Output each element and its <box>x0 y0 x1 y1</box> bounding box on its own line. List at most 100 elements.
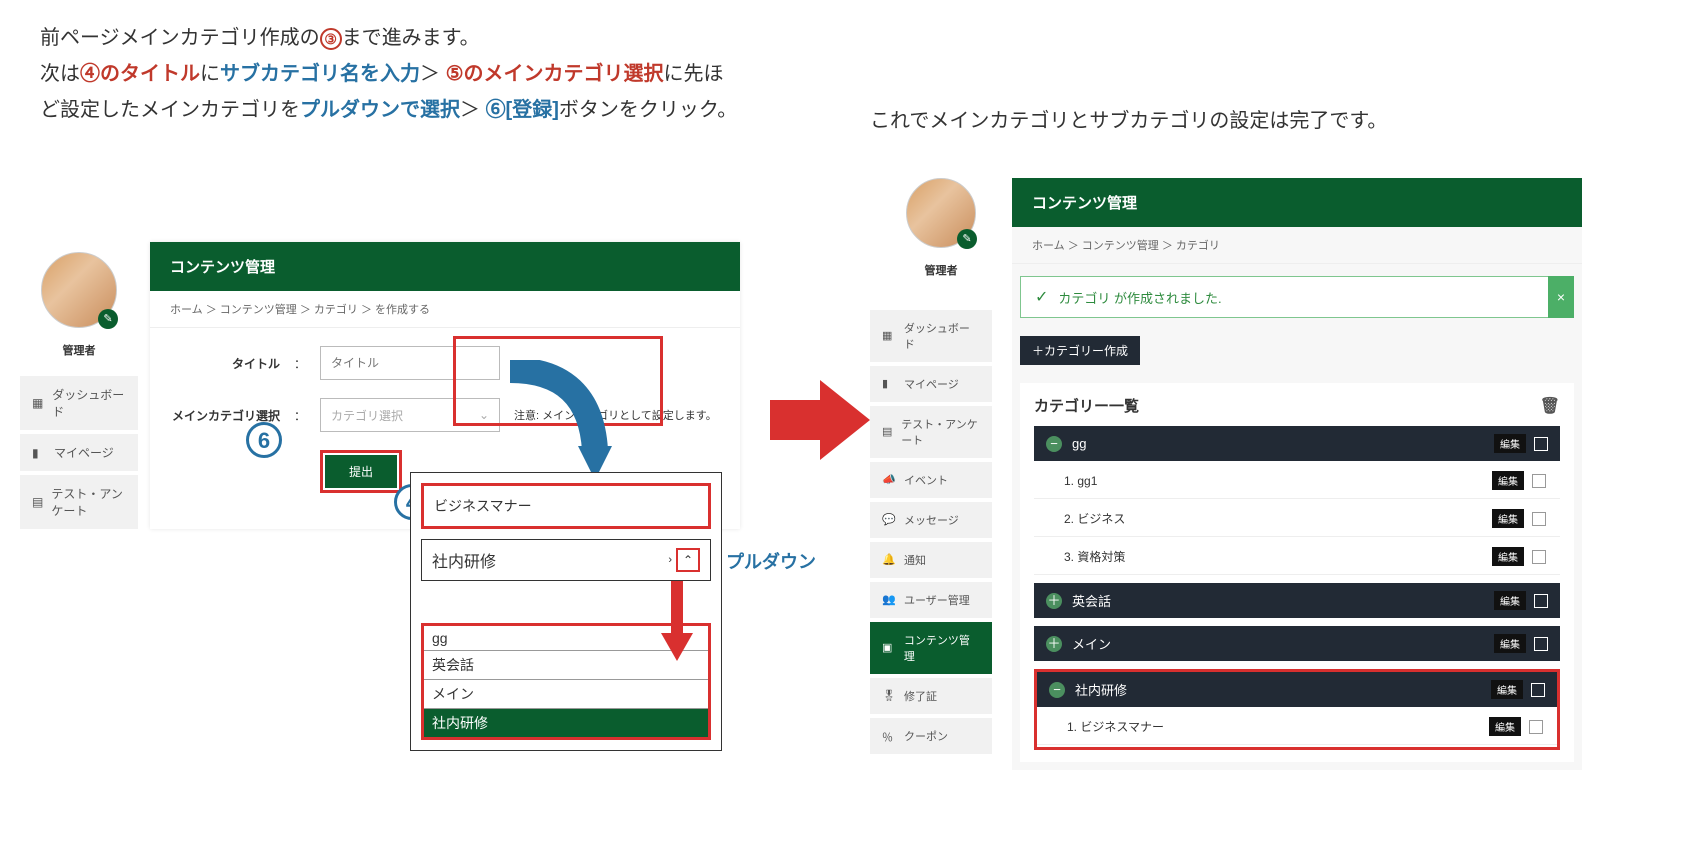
side-test[interactable]: ▤テスト・アンケート <box>20 475 138 529</box>
submit-highlight: 提出 <box>320 450 402 493</box>
side-message[interactable]: 💬メッセージ <box>870 502 992 538</box>
left-avatar-col: ✎ 管理者 ▦ダッシュボード ▮マイページ ▤テスト・アンケート <box>20 252 138 533</box>
chevron-right-icon: › <box>668 554 672 566</box>
users-icon: 👥 <box>882 593 896 607</box>
edit[interactable]: 編集 <box>1494 434 1526 453</box>
trash-icon[interactable]: 🗑 <box>1540 396 1560 416</box>
list-title: カテゴリー一覧 🗑 <box>1034 395 1560 416</box>
edit[interactable]: 編集 <box>1492 509 1524 528</box>
expand-icon[interactable]: ＋ <box>1046 593 1062 609</box>
edit-avatar-icon[interactable]: ✎ <box>957 229 977 249</box>
arrow-curve-icon <box>500 360 630 490</box>
side-contents[interactable]: ▣コンテンツ管理 <box>870 622 992 674</box>
side-notice[interactable]: 🔔通知 <box>870 542 992 578</box>
t: ボタンをクリック。 <box>559 99 737 121</box>
side-users[interactable]: 👥ユーザー管理 <box>870 582 992 618</box>
maincat-selected[interactable]: 社内研修 › ⌃ <box>421 539 711 581</box>
edit[interactable]: 編集 <box>1491 680 1523 699</box>
checkbox[interactable] <box>1534 637 1548 651</box>
cat-main-c[interactable]: ＋メイン編集 <box>1034 626 1560 661</box>
checkbox[interactable] <box>1534 594 1548 608</box>
marker-6: 6 <box>246 422 282 458</box>
opt-main[interactable]: メイン <box>424 680 708 709</box>
list-icon: ▤ <box>32 495 43 509</box>
cat-sub[interactable]: 1. gg1編集 <box>1034 463 1560 499</box>
pulldown: プルダウンで選択 <box>300 99 460 121</box>
checkbox[interactable] <box>1529 720 1543 734</box>
right-app: コンテンツ管理 ホーム ＞ コンテンツ管理 ＞ カテゴリ ✓ カテゴリ が作成さ… <box>1012 178 1582 770</box>
bell-icon: 🔔 <box>882 553 896 567</box>
title-input[interactable] <box>320 346 500 380</box>
step4-action: サブカテゴリ名を入力 <box>220 63 420 85</box>
side-mypage[interactable]: ▮マイページ <box>20 434 138 471</box>
side-dashboard[interactable]: ▦ダッシュボード <box>870 310 992 362</box>
list-icon: ▤ <box>882 425 893 439</box>
medal-icon: 🎖 <box>882 689 896 703</box>
t: ＞ <box>420 63 446 85</box>
doc-icon: ▣ <box>882 641 896 655</box>
breadcrumb: ホーム ＞ コンテンツ管理 ＞ カテゴリ <box>1012 227 1582 264</box>
t: 前ページメインカテゴリ作成の <box>40 27 320 49</box>
chat-icon: 💬 <box>882 513 896 527</box>
grid-icon: ▦ <box>882 329 896 343</box>
close-alert[interactable]: × <box>1548 276 1574 318</box>
cat-shanai[interactable]: −社内研修編集 <box>1037 672 1557 707</box>
checkbox[interactable] <box>1532 550 1546 564</box>
maincat-select[interactable]: カテゴリ選択⌄ <box>320 398 500 432</box>
collapse-icon[interactable]: − <box>1046 436 1062 452</box>
right-sidebar: ▦ダッシュボード ▮マイページ ▤テスト・アンケート 📣イベント 💬メッセージ … <box>870 310 992 758</box>
success-alert: ✓ カテゴリ が作成されました. × <box>1020 276 1574 318</box>
avatar[interactable]: ✎ <box>906 178 976 248</box>
chevron-down-icon: ⌄ <box>479 408 489 422</box>
cat-sub-business[interactable]: 1. ビジネスマナー編集 <box>1037 709 1557 745</box>
grid-icon: ▦ <box>32 396 44 410</box>
collapse-icon[interactable]: − <box>1049 682 1065 698</box>
admin-label: 管理者 <box>880 262 1002 278</box>
checkbox[interactable] <box>1531 683 1545 697</box>
step6: ⑥[登録] <box>486 99 559 121</box>
side-mypage[interactable]: ▮マイページ <box>870 366 992 402</box>
megaphone-icon: 📣 <box>882 473 896 487</box>
completion-note: これでメインカテゴリとサブカテゴリの設定は完了です。 <box>870 104 1387 133</box>
t: に <box>200 63 220 85</box>
edit[interactable]: 編集 <box>1494 634 1526 653</box>
side-event[interactable]: 📣イベント <box>870 462 992 498</box>
check-icon: ✓ <box>1035 287 1048 307</box>
cat-gg[interactable]: −gg編集 <box>1034 426 1560 461</box>
caret-up-box[interactable]: ⌃ <box>676 548 700 572</box>
edit[interactable]: 編集 <box>1492 547 1524 566</box>
edit[interactable]: 編集 <box>1489 717 1521 736</box>
instructions: 前ページメインカテゴリ作成の③まで進みます。 次は④のタイトルにサブカテゴリ名を… <box>40 20 740 128</box>
t: 次は <box>40 63 80 85</box>
expand-icon[interactable]: ＋ <box>1046 636 1062 652</box>
flag-icon: ▮ <box>882 377 896 391</box>
edit[interactable]: 編集 <box>1494 591 1526 610</box>
highlight-shanai: −社内研修編集 1. ビジネスマナー編集 <box>1034 669 1560 750</box>
typed-subcat[interactable]: ビジネスマナー <box>421 483 711 529</box>
cat-sub[interactable]: 2. ビジネス編集 <box>1034 501 1560 537</box>
edit[interactable]: 編集 <box>1492 471 1524 490</box>
edit-avatar-icon[interactable]: ✎ <box>98 309 118 329</box>
checkbox[interactable] <box>1532 512 1546 526</box>
side-test[interactable]: ▤テスト・アンケート <box>870 406 992 458</box>
side-dashboard[interactable]: ▦ダッシュボード <box>20 376 138 430</box>
side-cert[interactable]: 🎖修了証 <box>870 678 992 714</box>
cat-sub[interactable]: 3. 資格対策編集 <box>1034 539 1560 575</box>
header-title: コンテンツ管理 <box>1012 178 1582 227</box>
avatar[interactable]: ✎ <box>41 252 117 328</box>
cat-eikaiwa[interactable]: ＋英会話編集 <box>1034 583 1560 618</box>
popup: ビジネスマナー 社内研修 › ⌃ gg 英会話 メイン 社内研修 <box>410 472 722 751</box>
side-coupon[interactable]: ％クーポン <box>870 718 992 754</box>
step5: ⑤のメインカテゴリ選択 <box>446 63 664 85</box>
big-arrow-icon <box>770 380 870 460</box>
right-avatar-col: ✎ 管理者 <box>880 178 1002 278</box>
pulldown-label: プルダウン <box>726 548 816 574</box>
opt-shanai[interactable]: 社内研修 <box>424 709 708 737</box>
breadcrumb: ホーム ＞ コンテンツ管理 ＞ カテゴリ ＞ を作成する <box>150 291 740 328</box>
arrow-down-icon <box>657 581 697 661</box>
checkbox[interactable] <box>1534 437 1548 451</box>
checkbox[interactable] <box>1532 474 1546 488</box>
create-category-button[interactable]: ＋カテゴリー作成 <box>1020 336 1140 365</box>
submit-button[interactable]: 提出 <box>325 455 397 488</box>
admin-label: 管理者 <box>20 342 138 358</box>
